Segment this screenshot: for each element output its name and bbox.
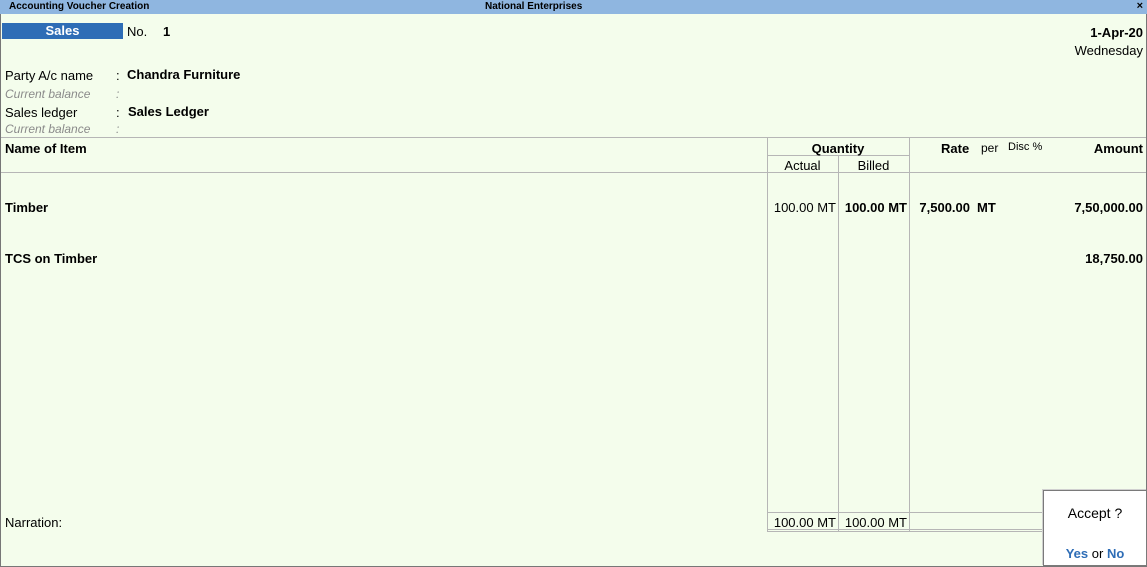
narration-label: Narration: xyxy=(5,515,63,530)
col-header-amount: Amount xyxy=(1093,141,1143,156)
party-label: Party A/c name xyxy=(5,68,94,83)
total-billed-qty: 100.00 MT xyxy=(844,515,907,530)
voucher-type-label[interactable]: Sales xyxy=(2,23,123,39)
table-top-divider xyxy=(1,137,1146,138)
voucher-no-label: No. xyxy=(127,24,148,39)
item-billed-qty[interactable]: 100.00 MT xyxy=(838,200,907,215)
voucher-no-value[interactable]: 1 xyxy=(163,24,170,39)
total-actual-qty: 100.00 MT xyxy=(773,515,836,530)
colon: : xyxy=(116,87,120,101)
accept-options: Yes or No xyxy=(1044,546,1146,561)
colon: : xyxy=(116,68,120,83)
item-amount[interactable]: 7,50,000.00 xyxy=(1074,200,1143,215)
window-title: Accounting Voucher Creation xyxy=(9,1,150,12)
voucher-date[interactable]: 1-Apr-20 xyxy=(1090,25,1143,40)
company-name: National Enterprises xyxy=(485,1,583,12)
close-icon[interactable]: × xyxy=(1137,0,1143,12)
item-rate[interactable]: 7,500.00 xyxy=(909,200,970,215)
col-header-actual: Actual xyxy=(784,158,821,173)
voucher-day: Wednesday xyxy=(1074,43,1143,58)
accept-question: Accept ? xyxy=(1067,505,1123,521)
col-header-rate: Rate xyxy=(941,141,970,156)
column-divider xyxy=(909,137,910,532)
col-header-disc: Disc % xyxy=(1008,141,1043,153)
total-bottom-divider xyxy=(767,531,1043,532)
sales-ledger-label: Sales ledger xyxy=(5,105,78,120)
col-header-per: per xyxy=(981,141,999,155)
party-name-field[interactable]: Chandra Furniture xyxy=(127,67,240,82)
colon: : xyxy=(116,122,120,136)
col-header-quantity: Quantity xyxy=(811,141,865,156)
ledger-amount[interactable]: 18,750.00 xyxy=(1085,251,1143,266)
col-header-billed: Billed xyxy=(857,158,890,173)
voucher-frame xyxy=(0,14,1147,567)
sales-ledger-field[interactable]: Sales Ledger xyxy=(128,104,209,119)
colon: : xyxy=(116,105,120,120)
no-button[interactable]: No xyxy=(1107,546,1124,561)
column-divider xyxy=(767,137,768,532)
item-name[interactable]: Timber xyxy=(5,200,48,215)
item-per-unit[interactable]: MT xyxy=(977,200,996,215)
col-header-name: Name of Item xyxy=(5,141,87,156)
ledger-current-balance-label: Current balance xyxy=(5,122,91,136)
party-current-balance-label: Current balance xyxy=(5,87,91,101)
yes-button[interactable]: Yes xyxy=(1066,546,1088,561)
item-actual-qty[interactable]: 100.00 MT xyxy=(767,200,836,215)
accept-dialog: Accept ? Yes or No xyxy=(1043,490,1147,566)
table-header-divider xyxy=(1,172,1146,173)
ledger-name[interactable]: TCS on Timber xyxy=(5,251,97,266)
or-text: or xyxy=(1091,546,1104,561)
total-top-divider xyxy=(767,512,1043,513)
title-bar: Accounting Voucher Creation National Ent… xyxy=(0,0,1147,14)
